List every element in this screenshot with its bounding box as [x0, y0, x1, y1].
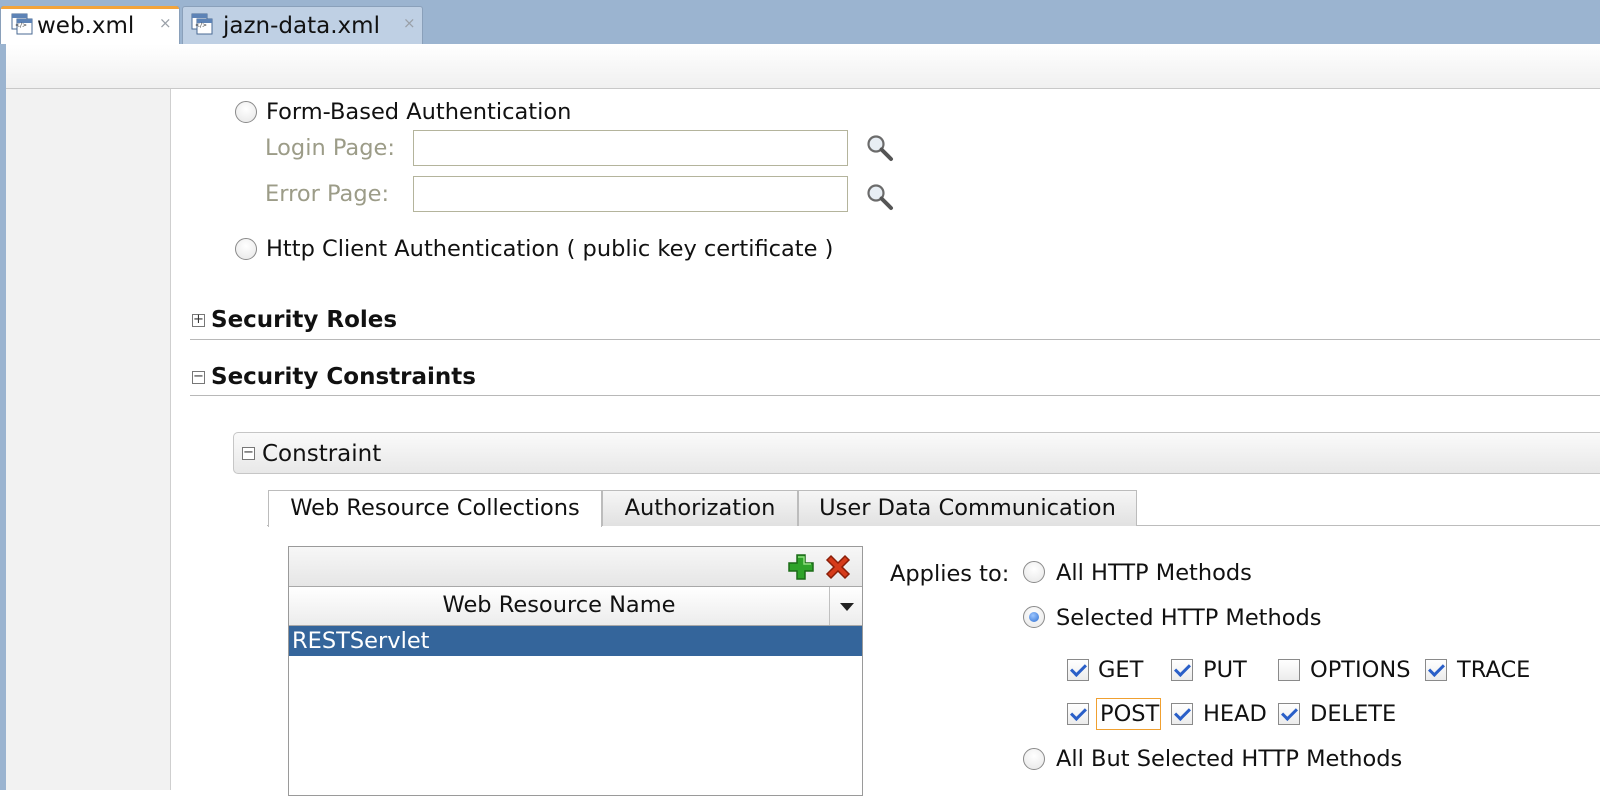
tab-web-resource-collections[interactable]: Web Resource Collections [268, 490, 602, 527]
section-title-security-roles[interactable]: Security Roles [211, 306, 397, 334]
method-label: DELETE [1310, 701, 1397, 727]
search-icon[interactable] [865, 133, 895, 163]
login-page-label: Login Page: [265, 135, 395, 161]
column-menu-chevron-down-icon[interactable] [829, 587, 863, 625]
section-divider [190, 339, 1600, 340]
constraint-header [233, 432, 1600, 474]
method-trace-checkbox[interactable] [1425, 659, 1447, 681]
section-divider [190, 395, 1600, 396]
error-page-field[interactable] [413, 176, 848, 212]
tab-label: web.xml [37, 13, 135, 39]
web-resource-table: Web Resource Name RESTServlet [288, 546, 863, 796]
collapse-icon[interactable]: − [192, 370, 205, 384]
all-http-methods-label: All HTTP Methods [1056, 560, 1252, 586]
tab-authorization[interactable]: Authorization [602, 490, 798, 526]
svg-text:</>: </> [15, 22, 27, 29]
method-put-checkbox[interactable] [1171, 659, 1193, 681]
editor-tab-strip: </> web.xml × </> jazn-data.xml × [0, 0, 1600, 44]
method-label: TRACE [1457, 657, 1531, 683]
collapse-icon[interactable]: − [242, 446, 255, 460]
table-header: Web Resource Name [289, 587, 862, 626]
tab-jazn-data-xml[interactable]: </> jazn-data.xml × [182, 6, 423, 44]
login-page-field[interactable] [413, 130, 848, 166]
xml-file-icon: </> [191, 13, 213, 35]
table-row[interactable]: RESTServlet [289, 626, 862, 656]
tab-user-data-communication[interactable]: User Data Communication [798, 490, 1137, 526]
search-icon[interactable] [865, 182, 895, 212]
close-tab-icon[interactable]: × [159, 4, 172, 42]
column-header-web-resource-name[interactable]: Web Resource Name [289, 591, 829, 619]
method-label: GET [1098, 657, 1144, 683]
method-head-checkbox[interactable] [1171, 703, 1193, 725]
expand-icon[interactable]: + [192, 313, 205, 327]
xml-file-icon: </> [11, 13, 33, 35]
client-cert-auth-radio[interactable] [235, 238, 257, 260]
delete-icon[interactable] [824, 553, 852, 581]
client-cert-auth-label: Http Client Authentication ( public key … [266, 236, 834, 262]
all-but-selected-http-methods-radio[interactable] [1023, 748, 1045, 770]
error-page-label: Error Page: [265, 181, 390, 207]
constraint-title[interactable]: Constraint [262, 440, 381, 468]
method-label: HEAD [1203, 701, 1267, 727]
method-delete-checkbox[interactable] [1278, 703, 1300, 725]
table-toolbar [289, 547, 862, 587]
selected-http-methods-label: Selected HTTP Methods [1056, 605, 1322, 631]
method-post-checkbox[interactable] [1067, 703, 1089, 725]
editor-toolbar [6, 44, 1600, 89]
close-tab-icon[interactable]: × [403, 4, 416, 42]
add-icon[interactable] [787, 553, 815, 581]
method-label: POST [1100, 701, 1160, 727]
method-options-checkbox[interactable] [1278, 659, 1300, 681]
applies-to-label: Applies to: [890, 561, 1010, 587]
method-get-checkbox[interactable] [1067, 659, 1089, 681]
selected-http-methods-radio[interactable] [1023, 606, 1045, 628]
all-but-selected-http-methods-label: All But Selected HTTP Methods [1056, 746, 1403, 772]
section-title-security-constraints[interactable]: Security Constraints [211, 363, 476, 391]
svg-text:</>: </> [195, 22, 207, 29]
method-label: PUT [1203, 657, 1247, 683]
tab-label: jazn-data.xml [223, 13, 380, 39]
method-label: OPTIONS [1310, 657, 1411, 683]
overview-side-panel [6, 89, 171, 790]
tab-web-xml[interactable]: </> web.xml × [0, 6, 180, 44]
all-http-methods-radio[interactable] [1023, 561, 1045, 583]
form-based-auth-radio[interactable] [235, 101, 257, 123]
form-based-auth-label: Form-Based Authentication [266, 99, 572, 125]
